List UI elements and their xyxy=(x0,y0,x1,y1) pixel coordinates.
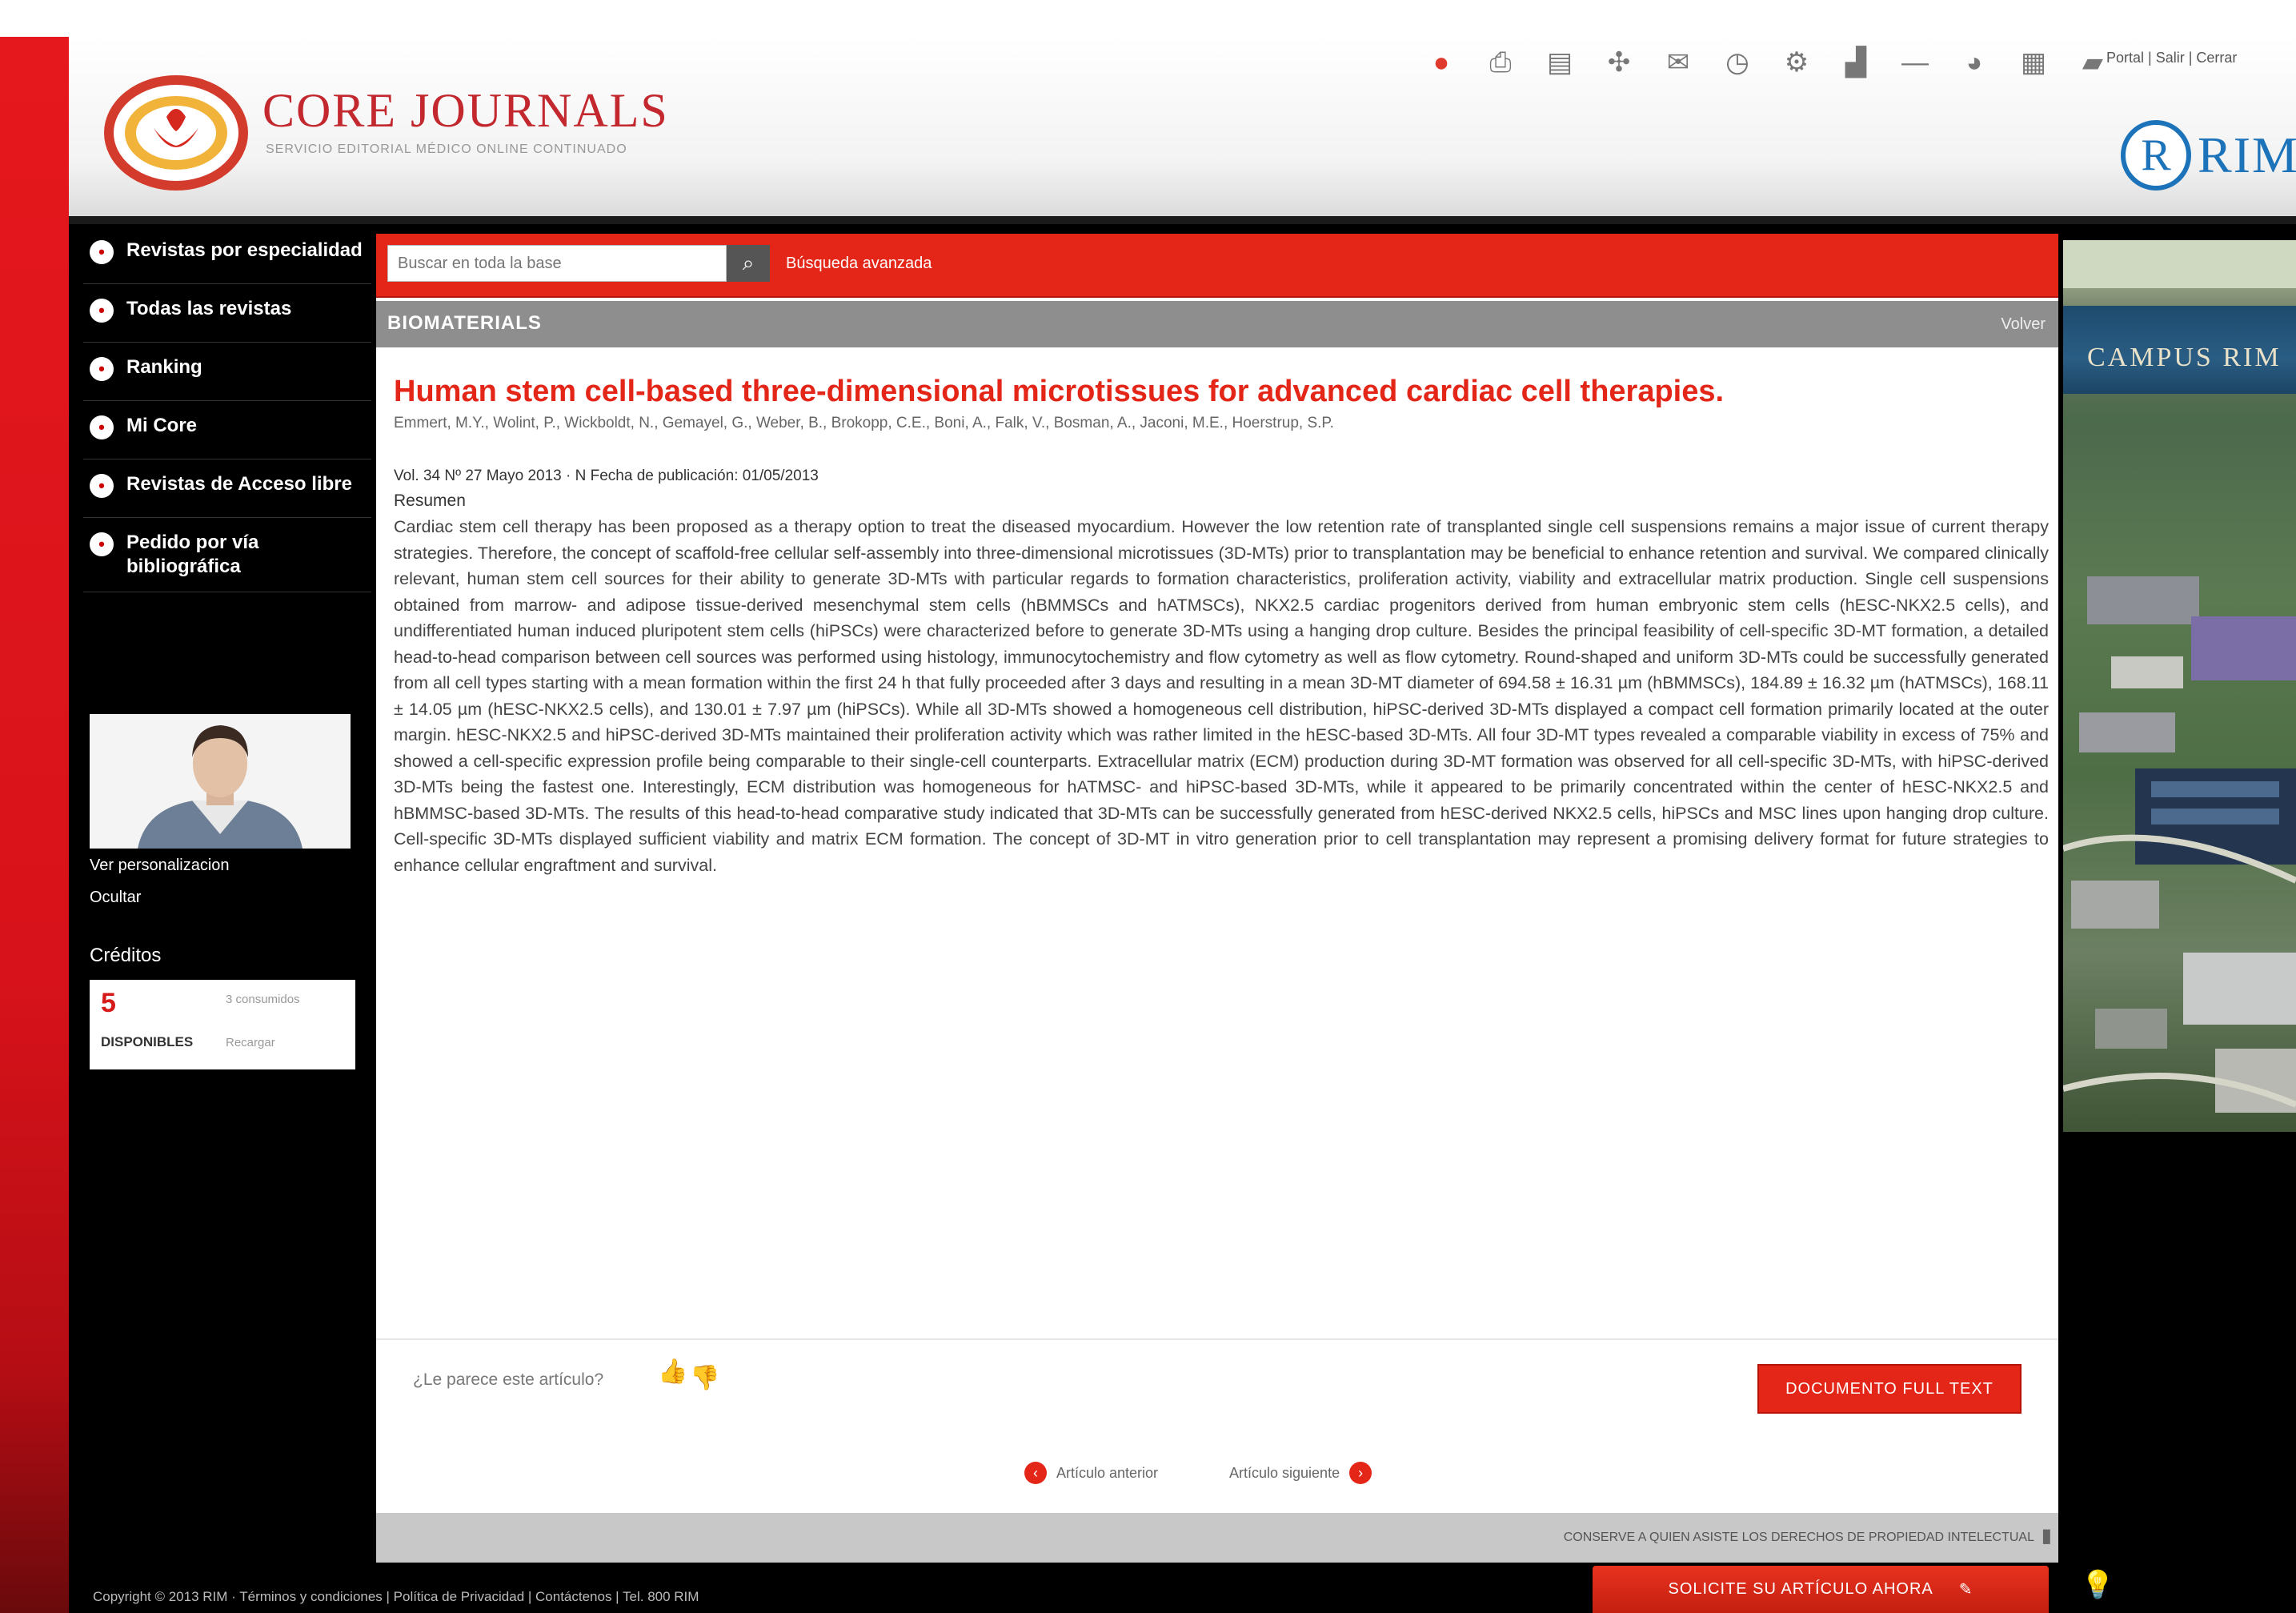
campus-banner[interactable]: CAMPUS RIM xyxy=(2063,240,2296,1132)
banner-title: CAMPUS RIM xyxy=(2087,343,2282,372)
rim-logo-text: RIM xyxy=(2198,126,2296,183)
content-divider xyxy=(376,1338,2058,1340)
rating-question: ¿Le parece este artículo? xyxy=(413,1370,604,1389)
minus-icon[interactable]: — xyxy=(1898,46,1932,79)
abstract-text: Cardiac stem cell therapy has been propo… xyxy=(394,517,2049,875)
sidebar-item-by-specialty[interactable]: • Revistas por especialidad xyxy=(83,226,371,284)
personalization-link[interactable]: Ver personalizacion xyxy=(90,857,230,875)
previous-article-link[interactable]: ‹ Artículo anterior xyxy=(1024,1462,1158,1484)
user-links[interactable]: Portal | Salir | Cerrar xyxy=(2106,50,2237,66)
full-text-button[interactable]: DOCUMENTO FULL TEXT xyxy=(1757,1364,2022,1414)
rim-r-icon: R xyxy=(2121,120,2191,191)
chevron-right-icon: › xyxy=(1349,1462,1372,1484)
main-content: ⌕ Búsqueda avanzada BIOMATERIALS Volver … xyxy=(376,234,2058,1563)
logo-title: CORE JOURNALS xyxy=(262,84,669,137)
pencil-icon: ✎ xyxy=(1958,1581,1973,1599)
credits-panel: 5 DISPONIBLES 3 consumidos Recargar xyxy=(90,980,355,1069)
credits-recharge-link[interactable]: Recargar xyxy=(226,1036,275,1049)
logo-subtitle: SERVICIO EDITORIAL MÉDICO ONLINE CONTINU… xyxy=(266,142,627,156)
advanced-search-link[interactable]: Búsqueda avanzada xyxy=(786,255,932,273)
top-white-band xyxy=(0,0,2296,37)
sidebar-item-bibliographic-request[interactable]: • Pedido por vía bibliográfica xyxy=(83,518,371,592)
next-article-link[interactable]: Artículo siguiente › xyxy=(1229,1462,1372,1484)
article-authors: Emmert, M.Y., Wolint, P., Wickboldt, N.,… xyxy=(394,415,1334,431)
sidebar-item-my-core[interactable]: • Mi Core xyxy=(83,401,371,459)
bullet-icon: • xyxy=(90,474,114,498)
bullet-icon: • xyxy=(90,240,114,264)
bullet-icon: • xyxy=(90,532,114,556)
article-title: Human stem cell-based three-dimensional … xyxy=(394,375,1725,408)
journal-name: BIOMATERIALS xyxy=(387,312,542,334)
copyright-bar: CONSERVE A QUIEN ASISTE LOS DERECHOS DE … xyxy=(376,1513,2058,1563)
sidebar-item-all-journals[interactable]: • Todas las revistas xyxy=(83,284,371,343)
lock-icon: ▮ xyxy=(2041,1525,2052,1547)
sidebar-item-label: Mi Core xyxy=(126,415,198,436)
request-article-button[interactable]: SOLICITE SU ARTÍCULO AHORA ✎ xyxy=(1593,1566,2049,1613)
abstract-label: Resumen xyxy=(394,492,466,510)
lightbulb-icon[interactable]: 💡 xyxy=(2081,1569,2114,1601)
search-icon[interactable]: ⌕ xyxy=(727,245,770,282)
top-toolbar: ● ⎙ ▤ ✣ ✉ ◷ ⚙ ▟ — ◕ ▦ ▰ xyxy=(1424,38,2110,86)
sidebar-item-ranking[interactable]: • Ranking xyxy=(83,343,371,401)
chat-icon[interactable]: ✉ xyxy=(1661,46,1695,79)
thumbs-up-icon[interactable]: 👍 xyxy=(658,1358,687,1386)
chart-icon[interactable]: ▟ xyxy=(1839,46,1873,79)
sidebar-item-label: Revistas por especialidad xyxy=(126,239,363,261)
grid-icon[interactable]: ▦ xyxy=(2017,46,2050,79)
back-link[interactable]: Volver xyxy=(2001,315,2046,334)
sidebar-item-label: Ranking xyxy=(126,356,202,378)
folder-icon[interactable]: ▰ xyxy=(2076,46,2110,79)
clock-icon[interactable]: ◷ xyxy=(1721,46,1754,79)
footer-copyright[interactable]: Copyright © 2013 RIM · Términos y condic… xyxy=(93,1589,699,1605)
bullet-icon: • xyxy=(90,357,114,381)
document-icon[interactable]: ▤ xyxy=(1543,46,1577,79)
chevron-left-icon: ‹ xyxy=(1024,1462,1047,1484)
core-journals-logo-icon[interactable] xyxy=(104,72,248,191)
credits-count: 5 xyxy=(101,988,116,1018)
settings-icon[interactable]: ⚙ xyxy=(1780,46,1813,79)
credits-heading: Créditos xyxy=(90,945,162,966)
left-red-strip xyxy=(0,0,69,1613)
sidebar-item-label: Revistas de Acceso libre xyxy=(126,473,352,495)
avatar[interactable] xyxy=(90,714,351,849)
request-article-label: SOLICITE SU ARTÍCULO AHORA xyxy=(1668,1580,1933,1598)
search-input[interactable] xyxy=(387,245,727,282)
credits-consumed: 3 consumidos xyxy=(226,993,300,1006)
sidebar-item-open-access[interactable]: • Revistas de Acceso libre xyxy=(83,459,371,518)
print-icon[interactable]: ⎙ xyxy=(1484,46,1517,79)
home-icon[interactable]: ● xyxy=(1424,46,1458,79)
previous-article-label: Artículo anterior xyxy=(1056,1464,1159,1481)
thumbs-down-icon[interactable]: 👎 xyxy=(690,1364,719,1392)
hide-link[interactable]: Ocultar xyxy=(90,889,141,907)
header-divider xyxy=(69,216,2296,224)
rim-partner-logo[interactable]: R RIM xyxy=(2121,120,2296,191)
bullet-icon: • xyxy=(90,299,114,323)
sidebar: • Revistas por especialidad • Todas las … xyxy=(83,226,371,1547)
journal-section-bar: BIOMATERIALS Volver xyxy=(376,301,2058,347)
sidebar-item-label: Todas las revistas xyxy=(126,298,292,319)
share-icon[interactable]: ✣ xyxy=(1602,46,1636,79)
credits-label: DISPONIBLES xyxy=(101,1034,194,1049)
article-meta: Vol. 34 Nº 27 Mayo 2013 · N Fecha de pub… xyxy=(394,467,819,484)
sidebar-item-label: Pedido por vía bibliográfica xyxy=(126,532,259,577)
search-bar: ⌕ Búsqueda avanzada xyxy=(376,234,2058,298)
bullet-icon: • xyxy=(90,415,114,439)
next-article-label: Artículo siguiente xyxy=(1229,1464,1340,1481)
globe-icon[interactable]: ◕ xyxy=(1957,46,1991,79)
copyright-notice: CONSERVE A QUIEN ASISTE LOS DERECHOS DE … xyxy=(1563,1531,2034,1544)
